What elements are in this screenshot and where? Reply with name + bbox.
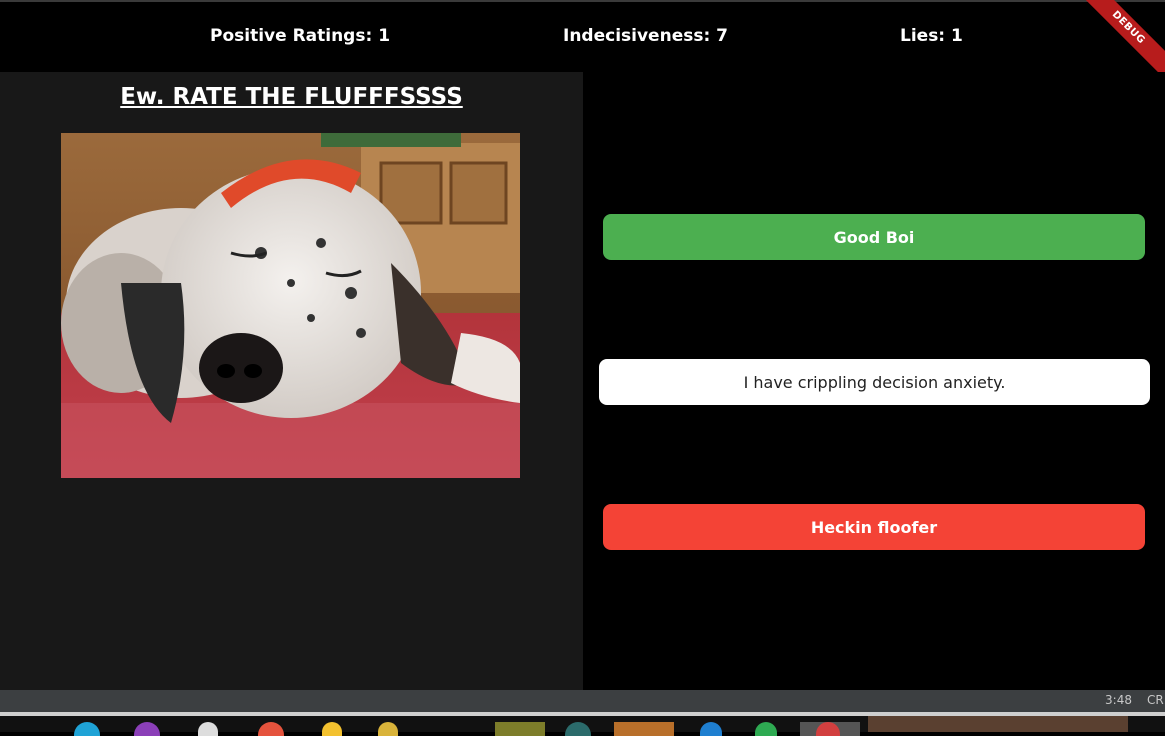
good-boi-button[interactable]: Good Boi xyxy=(603,214,1145,260)
app-red-icon[interactable] xyxy=(495,722,545,736)
dog-photo xyxy=(61,133,520,478)
folder-icon[interactable] xyxy=(322,722,342,736)
stats-bar: Positive Ratings: 1 Indecisiveness: 7 Li… xyxy=(0,0,1165,89)
window-thumbnail-icon[interactable] xyxy=(868,716,1128,732)
status-bar: 3:48 CR xyxy=(0,690,1165,712)
positive-ratings-stat: Positive Ratings: 1 xyxy=(210,26,391,46)
ie-icon[interactable] xyxy=(74,722,100,736)
decision-anxiety-button[interactable]: I have crippling decision anxiety. xyxy=(599,359,1150,405)
chrome-icon[interactable] xyxy=(258,722,284,736)
app-window: Positive Ratings: 1 Indecisiveness: 7 Li… xyxy=(0,0,1165,690)
app-green-icon[interactable] xyxy=(755,722,777,736)
rating-panel: Ew. RATE THE FLUFFFSSSS xyxy=(0,72,583,690)
heckin-floofer-button[interactable]: Heckin floofer xyxy=(603,504,1145,550)
files-icon[interactable] xyxy=(378,722,398,736)
taskbar xyxy=(0,712,1165,736)
status-extra: CR xyxy=(1147,693,1164,707)
browser-icon[interactable] xyxy=(134,722,160,736)
page-title: Ew. RATE THE FLUFFFSSSS xyxy=(120,84,463,110)
indecisiveness-stat: Indecisiveness: 7 xyxy=(563,26,729,46)
terminal-icon[interactable] xyxy=(565,722,591,736)
vscode-icon[interactable] xyxy=(700,722,722,736)
app-orange-icon[interactable] xyxy=(614,722,674,736)
notepad-icon[interactable] xyxy=(198,722,218,736)
button-panel: Good Boi I have crippling decision anxie… xyxy=(583,72,1165,690)
clock-time: 3:48 xyxy=(1105,693,1132,707)
lies-stat: Lies: 1 xyxy=(900,26,963,46)
